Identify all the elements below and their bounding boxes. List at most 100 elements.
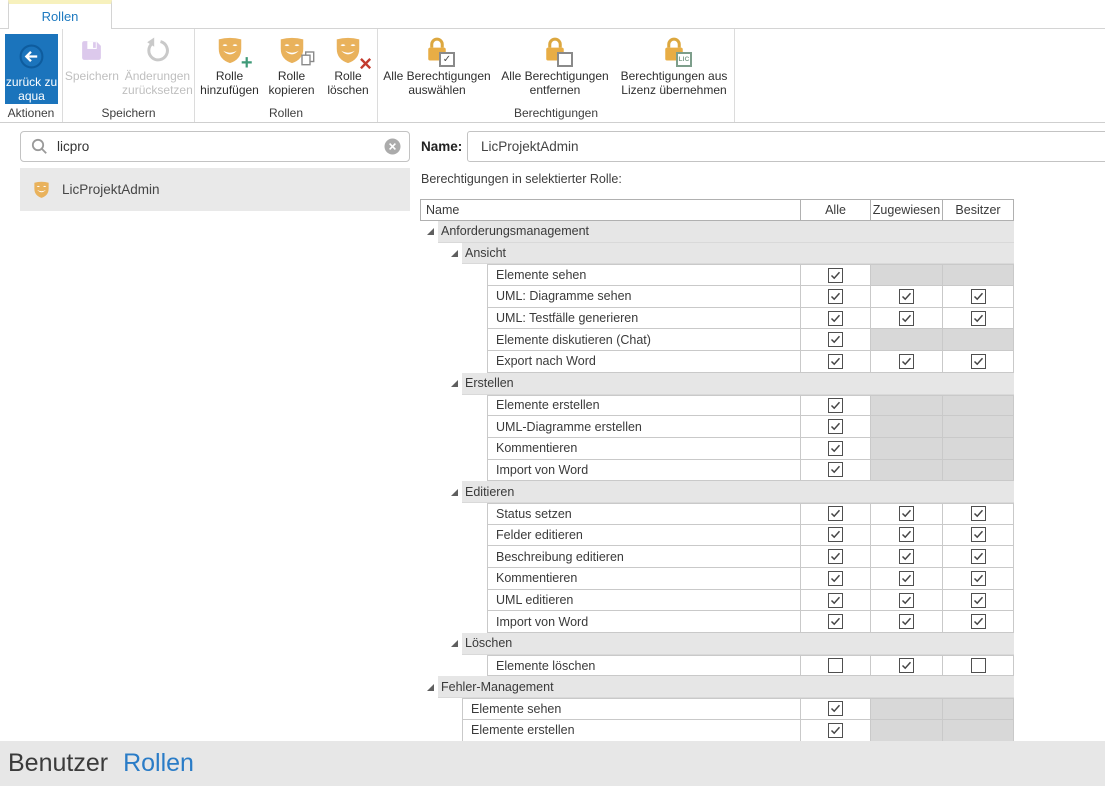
checkbox-checked-icon[interactable] bbox=[971, 593, 986, 608]
permission-row[interactable]: Elemente diskutieren (Chat) bbox=[420, 329, 1014, 351]
checkbox-checked-icon[interactable] bbox=[828, 593, 843, 608]
add-role-button[interactable]: + Rolle hinzufügen bbox=[197, 29, 263, 97]
checkbox-cell-zugewiesen[interactable] bbox=[870, 611, 942, 632]
checkbox-cell-alle[interactable] bbox=[800, 590, 870, 611]
permission-row[interactable]: Elemente erstellen bbox=[420, 720, 1014, 742]
checkbox-checked-icon[interactable] bbox=[971, 527, 986, 542]
checkbox-checked-icon[interactable] bbox=[971, 311, 986, 326]
expander-expanded-icon[interactable] bbox=[451, 379, 459, 388]
footer-tab-rollen[interactable]: Rollen bbox=[123, 749, 194, 778]
checkbox-cell-alle[interactable] bbox=[800, 460, 870, 481]
checkbox-cell-alle[interactable] bbox=[800, 308, 870, 329]
checkbox-checked-icon[interactable] bbox=[828, 462, 843, 477]
back-to-aqua-button[interactable]: zurück zu aqua bbox=[5, 34, 58, 104]
checkbox-checked-icon[interactable] bbox=[828, 441, 843, 456]
checkbox-checked-icon[interactable] bbox=[828, 506, 843, 521]
checkbox-checked-icon[interactable] bbox=[828, 527, 843, 542]
checkbox-cell-besitzer[interactable] bbox=[942, 308, 1013, 329]
permission-group-row[interactable]: Anforderungsmanagement bbox=[420, 221, 1014, 243]
checkbox-cell-zugewiesen[interactable] bbox=[870, 286, 942, 307]
permission-row[interactable]: Kommentieren bbox=[420, 568, 1014, 590]
checkbox-checked-icon[interactable] bbox=[828, 332, 843, 347]
checkbox-checked-icon[interactable] bbox=[828, 268, 843, 283]
checkbox-checked-icon[interactable] bbox=[899, 571, 914, 586]
permissions-from-license-button[interactable]: LIC Berechtigungen aus Lizenz übernehmen bbox=[614, 29, 734, 97]
column-header-name[interactable]: Name bbox=[421, 200, 800, 220]
checkbox-checked-icon[interactable] bbox=[828, 549, 843, 564]
role-list-item[interactable]: LicProjektAdmin bbox=[20, 168, 410, 211]
checkbox-cell-alle[interactable] bbox=[800, 329, 870, 350]
expander-expanded-icon[interactable] bbox=[451, 488, 459, 497]
column-header-alle[interactable]: Alle bbox=[800, 200, 870, 220]
checkbox-checked-icon[interactable] bbox=[899, 354, 914, 369]
checkbox-cell-besitzer[interactable] bbox=[942, 611, 1013, 632]
save-button[interactable]: Speichern bbox=[63, 29, 121, 83]
permission-row[interactable]: UML: Testfälle generieren bbox=[420, 308, 1014, 330]
checkbox-cell-alle[interactable] bbox=[800, 265, 870, 285]
column-header-zugewiesen[interactable]: Zugewiesen bbox=[870, 200, 942, 220]
checkbox-checked-icon[interactable] bbox=[828, 723, 843, 738]
permission-row[interactable]: Elemente löschen bbox=[420, 655, 1014, 677]
checkbox-cell-zugewiesen[interactable] bbox=[870, 504, 942, 524]
role-name-input[interactable]: LicProjektAdmin bbox=[467, 131, 1105, 162]
checkbox-cell-alle[interactable] bbox=[800, 416, 870, 437]
permission-row[interactable]: UML editieren bbox=[420, 590, 1014, 612]
checkbox-cell-alle[interactable] bbox=[800, 351, 870, 372]
checkbox-cell-alle[interactable] bbox=[800, 611, 870, 632]
role-search-input[interactable]: licpro bbox=[20, 131, 410, 162]
select-all-permissions-button[interactable]: ✓ Alle Berechtigungen auswählen bbox=[378, 29, 496, 97]
clear-search-icon[interactable] bbox=[384, 138, 401, 155]
checkbox-cell-besitzer[interactable] bbox=[942, 504, 1013, 524]
checkbox-cell-alle[interactable] bbox=[800, 720, 870, 741]
permission-row[interactable]: Felder editieren bbox=[420, 525, 1014, 547]
permission-group-row[interactable]: Fehler-Management bbox=[420, 676, 1014, 698]
checkbox-cell-besitzer[interactable] bbox=[942, 351, 1013, 372]
tab-rollen[interactable]: Rollen bbox=[8, 0, 112, 29]
checkbox-checked-icon[interactable] bbox=[971, 614, 986, 629]
checkbox-checked-icon[interactable] bbox=[828, 614, 843, 629]
checkbox-unchecked-icon[interactable] bbox=[971, 658, 986, 673]
permission-row[interactable]: Elemente sehen bbox=[420, 264, 1014, 286]
checkbox-cell-alle[interactable] bbox=[800, 504, 870, 524]
permission-group-row[interactable]: Editieren bbox=[420, 481, 1014, 503]
checkbox-cell-alle[interactable] bbox=[800, 568, 870, 589]
checkbox-checked-icon[interactable] bbox=[899, 506, 914, 521]
checkbox-checked-icon[interactable] bbox=[828, 354, 843, 369]
permission-group-row[interactable]: Ansicht bbox=[420, 243, 1014, 265]
checkbox-cell-zugewiesen[interactable] bbox=[870, 525, 942, 546]
column-header-besitzer[interactable]: Besitzer bbox=[942, 200, 1013, 220]
checkbox-checked-icon[interactable] bbox=[899, 527, 914, 542]
checkbox-cell-besitzer[interactable] bbox=[942, 286, 1013, 307]
copy-role-button[interactable]: Rolle kopieren bbox=[263, 29, 321, 97]
permission-group-row[interactable]: Erstellen bbox=[420, 373, 1014, 395]
checkbox-checked-icon[interactable] bbox=[971, 549, 986, 564]
checkbox-checked-icon[interactable] bbox=[899, 593, 914, 608]
checkbox-cell-alle[interactable] bbox=[800, 286, 870, 307]
checkbox-cell-zugewiesen[interactable] bbox=[870, 568, 942, 589]
expander-expanded-icon[interactable] bbox=[427, 227, 435, 236]
checkbox-checked-icon[interactable] bbox=[899, 549, 914, 564]
checkbox-checked-icon[interactable] bbox=[899, 658, 914, 673]
checkbox-cell-zugewiesen[interactable] bbox=[870, 351, 942, 372]
checkbox-checked-icon[interactable] bbox=[971, 289, 986, 304]
checkbox-cell-zugewiesen[interactable] bbox=[870, 308, 942, 329]
expander-expanded-icon[interactable] bbox=[451, 249, 459, 258]
checkbox-checked-icon[interactable] bbox=[828, 398, 843, 413]
permission-row[interactable]: Beschreibung editieren bbox=[420, 546, 1014, 568]
checkbox-cell-besitzer[interactable] bbox=[942, 656, 1013, 676]
checkbox-checked-icon[interactable] bbox=[899, 311, 914, 326]
undo-changes-button[interactable]: Änderungen zurücksetzen bbox=[121, 29, 194, 97]
permission-row[interactable]: Status setzen bbox=[420, 503, 1014, 525]
checkbox-checked-icon[interactable] bbox=[828, 419, 843, 434]
remove-all-permissions-button[interactable]: Alle Berechtigungen entfernen bbox=[496, 29, 614, 97]
checkbox-cell-alle[interactable] bbox=[800, 699, 870, 719]
checkbox-cell-besitzer[interactable] bbox=[942, 590, 1013, 611]
expander-expanded-icon[interactable] bbox=[451, 639, 459, 648]
checkbox-checked-icon[interactable] bbox=[971, 506, 986, 521]
checkbox-cell-zugewiesen[interactable] bbox=[870, 656, 942, 676]
permission-row[interactable]: Import von Word bbox=[420, 611, 1014, 633]
checkbox-checked-icon[interactable] bbox=[828, 311, 843, 326]
permission-row[interactable]: Import von Word bbox=[420, 460, 1014, 482]
checkbox-cell-zugewiesen[interactable] bbox=[870, 590, 942, 611]
checkbox-cell-besitzer[interactable] bbox=[942, 546, 1013, 567]
